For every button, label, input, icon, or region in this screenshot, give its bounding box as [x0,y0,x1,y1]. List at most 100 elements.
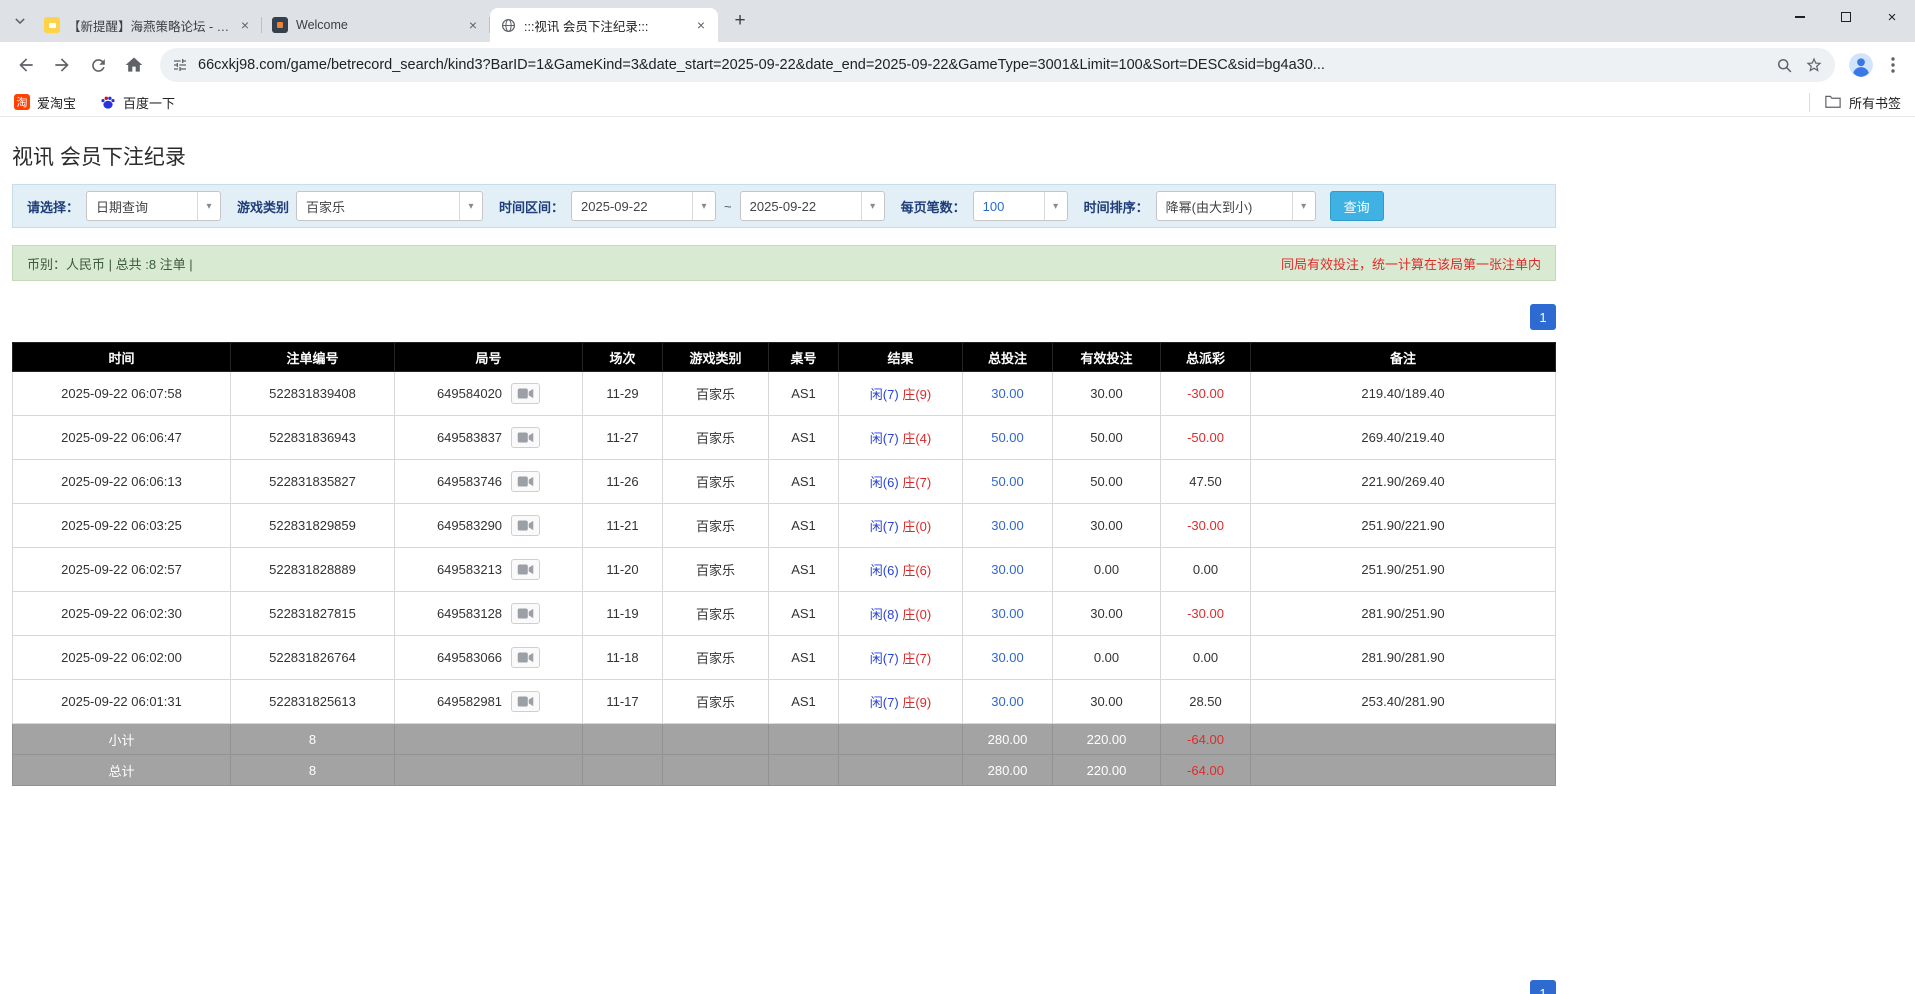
bookmark-baidu[interactable]: 百度一下 [100,93,175,112]
new-tab-button[interactable]: + [726,7,754,35]
browser-menu-button[interactable] [1879,51,1907,79]
empty-cell [583,724,663,755]
minimize-button[interactable] [1777,0,1823,34]
total-bet-link[interactable]: 30.00 [963,504,1053,548]
tab-close-icon[interactable]: × [236,16,254,34]
query-mode-select[interactable]: 日期查询 ▾ [86,191,221,221]
game-category: 百家乐 [663,636,769,680]
total-valid-bet: 220.00 [1053,755,1161,786]
bet-id: 522831825613 [231,680,395,724]
total-bet-link[interactable]: 30.00 [963,636,1053,680]
tab-bar: 【新提醒】海燕策略论坛 - 综合 × Welcome × :::视讯 会员下注纪… [0,0,1915,42]
reload-button[interactable] [82,49,114,81]
total-bet-link[interactable]: 50.00 [963,460,1053,504]
total-bet-link[interactable]: 50.00 [963,416,1053,460]
bet-id: 522831826764 [231,636,395,680]
result-banker: 庄(6) [902,563,931,578]
browser-navbar: 66cxkj98.com/game/betrecord_search/kind3… [0,42,1915,88]
sort-select[interactable]: 降幂(由大到小) ▾ [1156,191,1316,221]
empty-cell [583,755,663,786]
site-info-icon[interactable] [172,57,188,73]
maximize-button[interactable] [1823,0,1869,34]
chevron-down-icon: ▾ [692,192,715,220]
camera-icon [517,564,534,575]
search-button[interactable]: 查询 [1330,191,1384,221]
date-start-select[interactable]: 2025-09-22 ▾ [571,191,716,221]
round-id: 649583128 [437,606,502,621]
date-end-select[interactable]: 2025-09-22 ▾ [740,191,885,221]
bet-time: 2025-09-22 06:01:31 [13,680,231,724]
bet-record-row: 2025-09-22 06:06:47522831836943649583837… [13,416,1556,460]
total-total-bet: 280.00 [963,755,1053,786]
tab-close-icon[interactable]: × [464,16,482,34]
empty-cell [395,755,583,786]
video-replay-button[interactable] [511,383,540,404]
zoom-icon[interactable] [1776,57,1793,74]
sort-value: 降幂(由大到小) [1157,197,1292,216]
game-type-label: 游戏类别 [237,197,289,216]
close-window-button[interactable]: × [1869,0,1915,34]
total-bet-link[interactable]: 30.00 [963,592,1053,636]
video-replay-button[interactable] [511,603,540,624]
camera-icon [517,476,534,487]
bookmark-label: 爱淘宝 [37,93,76,112]
bookmark-taobao[interactable]: 淘 爱淘宝 [14,93,76,112]
chevron-down-icon: ▾ [1292,192,1315,220]
chevron-down-icon: ▾ [197,192,220,220]
column-header: 备注 [1251,343,1556,372]
profile-avatar[interactable] [1847,51,1875,79]
session-no: 11-18 [583,636,663,680]
page-button-1[interactable]: 1 [1530,304,1556,330]
empty-cell [663,724,769,755]
browser-tab-2[interactable]: Welcome × [262,8,490,42]
round-id: 649583066 [437,650,502,665]
browser-tab-3-active[interactable]: :::视讯 会员下注纪录::: × [490,8,718,42]
result-cell: 闲(6) 庄(7) [839,460,963,504]
tab-search-button[interactable] [6,7,34,35]
session-no: 11-19 [583,592,663,636]
valid-bet: 50.00 [1053,460,1161,504]
bet-table-body: 2025-09-22 06:07:58522831839408649584020… [13,372,1556,786]
chevron-down-icon: ▾ [1044,192,1067,220]
remark: 219.40/189.40 [1251,372,1556,416]
globe-favicon-icon [500,17,516,33]
column-header: 游戏类别 [663,343,769,372]
video-replay-button[interactable] [511,647,540,668]
home-button[interactable] [118,49,150,81]
chevron-down-icon [14,16,26,26]
empty-cell [1251,724,1556,755]
forward-button[interactable] [46,49,78,81]
total-bet-link[interactable]: 30.00 [963,680,1053,724]
game-type-select[interactable]: 百家乐 ▾ [296,191,483,221]
browser-tab-1[interactable]: 【新提醒】海燕策略论坛 - 综合 × [34,8,262,42]
bet-id: 522831836943 [231,416,395,460]
back-button[interactable] [10,49,42,81]
bookmark-star-icon[interactable] [1805,56,1823,74]
payout: -30.00 [1161,504,1251,548]
video-replay-button[interactable] [511,515,540,536]
payout: -30.00 [1161,372,1251,416]
browser-window: 【新提醒】海燕策略论坛 - 综合 × Welcome × :::视讯 会员下注纪… [0,0,1915,994]
session-no: 11-20 [583,548,663,592]
total-bet-link[interactable]: 30.00 [963,548,1053,592]
page-button-1-bottom[interactable]: 1 [1530,980,1556,994]
result-player: 闲(6) [870,563,899,578]
url-text[interactable]: 66cxkj98.com/game/betrecord_search/kind3… [198,57,1766,73]
all-bookmarks-label: 所有书签 [1849,93,1901,112]
video-replay-button[interactable] [511,691,540,712]
address-bar[interactable]: 66cxkj98.com/game/betrecord_search/kind3… [160,48,1835,82]
total-bet-link[interactable]: 30.00 [963,372,1053,416]
subtotal-total-bet: 280.00 [963,724,1053,755]
video-replay-button[interactable] [511,427,540,448]
video-replay-button[interactable] [511,559,540,580]
round-cell: 649583290 [395,504,583,548]
tab-close-icon[interactable]: × [692,16,710,34]
game-category: 百家乐 [663,372,769,416]
result-player: 闲(7) [870,519,899,534]
all-bookmarks-button[interactable]: 所有书签 [1809,93,1901,112]
maximize-icon [1841,12,1851,22]
welcome-favicon-icon [272,17,288,33]
per-page-select[interactable]: 100 ▾ [973,191,1068,221]
baidu-paw-icon [100,94,116,110]
video-replay-button[interactable] [511,471,540,492]
